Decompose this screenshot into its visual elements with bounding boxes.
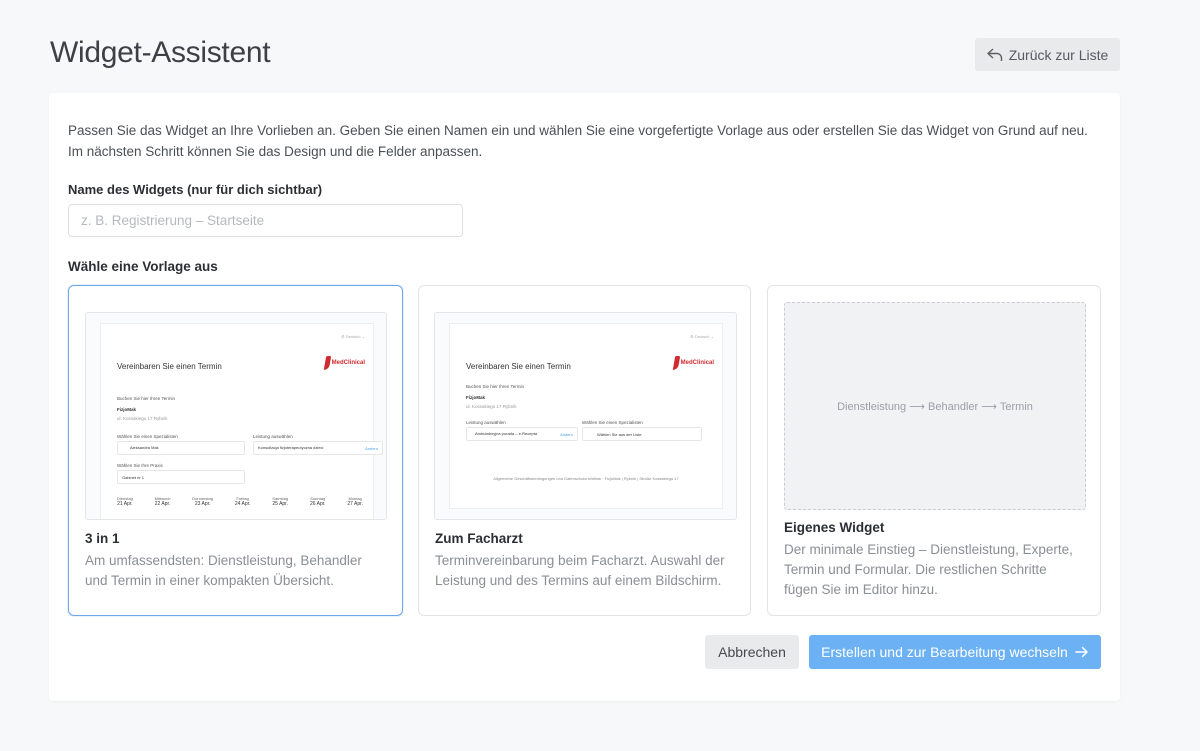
cancel-button[interactable]: Abbrechen [705,635,799,669]
preview-specialist-value: Wählen Sie aus der Liste [597,432,642,437]
template-preview-3in1: ⚙ Deutsch ⌄ Vereinbaren Sie einen Termin… [85,312,387,520]
preview-heading: Vereinbaren Sie einen Termin [466,362,571,371]
preview-day: Donnerstag 23 Apr. [192,496,213,507]
wizard-card: Passen Sie das Widget an Ihre Vorlieben … [49,93,1120,701]
preview-heading: Vereinbaren Sie einen Termin [117,362,222,371]
preview-specialist-box: Wählen Sie aus der Liste [582,427,702,441]
preview-service-box: Ambulatoryjna porada – e-Recepta Ändern [466,427,578,441]
preview-widget: ⚙ Deutsch ⌄ Vereinbaren Sie einen Termin… [449,323,723,509]
template-description: Der minimale Einstieg – Dienstleistung, … [784,542,1073,597]
preview-day: Samstag 25 Apr. [272,496,289,507]
template-card-zum-facharzt[interactable]: ⚙ Deutsch ⌄ Vereinbaren Sie einen Termin… [418,285,751,616]
preview-logo-text: MedClinical [331,360,365,366]
preview-service-label: Leistung auswählen [253,434,293,439]
template-card-eigenes-widget[interactable]: Dienstleistung ⟶ Behandler ⟶ Termin Eige… [767,285,1101,616]
preview-widget: ⚙ Deutsch ⌄ Vereinbaren Sie einen Termin… [100,323,383,519]
create-and-edit-button[interactable]: Erstellen und zur Bearbeitung wechseln [809,635,1101,669]
preview-day-strip: Dienstag 21 Apr. Mittwoch 22 Apr. Donnerst… [117,496,363,507]
preview-specialist-label: Wählen Sie einen Spezialisten [117,434,178,439]
intro-text: Passen Sie das Widget an Ihre Vorlieben … [68,123,1088,159]
medclinical-logo-icon [672,356,680,370]
create-button-label: Erstellen und zur Bearbeitung wechseln [821,644,1068,660]
preview-address: ul. Kossakiego 17 Rybnik [466,404,517,409]
template-section-label: Wähle eine Vorlage aus [68,259,218,274]
back-to-list-button[interactable]: Zurück zur Liste [975,38,1120,71]
reply-arrow-icon [987,47,1002,61]
template-title: 3 in 1 [85,531,120,546]
page-title: Widget-Assistent [50,36,271,69]
preview-specialist-value: Aleksandra Mak [130,445,159,450]
preview-subheading: Buchen Sie hier Ihren Termin [466,384,524,389]
template-card-3in1[interactable]: ⚙ Deutsch ⌄ Vereinbaren Sie einen Termin… [68,285,403,616]
preview-footer: Allgemeine Geschäftsbedingungen und Date… [493,476,679,481]
template-description: Am umfassendsten: Dienstleistung, Behand… [85,553,362,588]
preview-service-box: Konsultacja fizjoterapeutyczna dzieci Än… [253,441,383,455]
preview-clinic: FizjoMak [117,407,137,412]
preview-language: ⚙ Deutsch ⌄ [690,334,714,339]
preview-day: Sonntag 26 Apr. [309,496,326,507]
preview-address: ul. Kossakiego 17 Rybnik [117,416,168,421]
back-to-list-label: Zurück zur Liste [1008,46,1109,63]
preview-practice-box: Gabinet nr 1 [117,470,245,484]
preview-specialist-label: Wählen Sie einen Spezialisten [582,420,643,425]
preview-logo: MedClinical [323,356,365,370]
template-description: Terminvereinbarung beim Facharzt. Auswah… [435,553,725,588]
preview-day: Freitag 24 Apr. [234,496,251,507]
preview-logo: MedClinical [672,356,714,370]
preview-specialist-box: Aleksandra Mak [117,441,245,455]
preview-logo-text: MedClinical [680,360,714,366]
preview-day: Mittwoch 22 Apr. [154,496,171,507]
arrow-right-icon [1075,646,1088,658]
template-preview-placeholder: Dienstleistung ⟶ Behandler ⟶ Termin [784,302,1086,510]
preview-practice-label: Wählen Sie Ihre Praxis [117,463,163,468]
template-flow-text: Dienstleistung ⟶ Behandler ⟶ Termin [837,400,1033,413]
preview-language: ⚙ Deutsch ⌄ [341,334,365,339]
template-title: Zum Facharzt [435,531,523,546]
template-title: Eigenes Widget [784,520,885,535]
preview-service-value: Ambulatoryjna porada – e-Recepta [475,431,538,436]
widget-name-label: Name des Widgets (nur für dich sichtbar) [68,182,323,197]
preview-practice-value: Gabinet nr 1 [122,475,145,480]
preview-clinic: FizjoMak [466,395,486,400]
widget-name-input[interactable] [68,204,463,237]
medclinical-logo-icon [323,356,331,370]
preview-day: Dienstag 21 Apr. [117,496,133,507]
preview-day: Montag 27 Apr. [347,496,363,507]
preview-service-label: Leistung auswählen [466,420,506,425]
template-preview-zum-facharzt: ⚙ Deutsch ⌄ Vereinbaren Sie einen Termin… [434,312,737,520]
preview-service-value: Konsultacja fizjoterapeutyczna dzieci [258,445,324,450]
preview-subheading: Buchen Sie hier Ihren Termin [117,396,175,401]
preview-service-action: Ändern [560,432,573,437]
preview-service-action: Ändern [365,446,378,451]
